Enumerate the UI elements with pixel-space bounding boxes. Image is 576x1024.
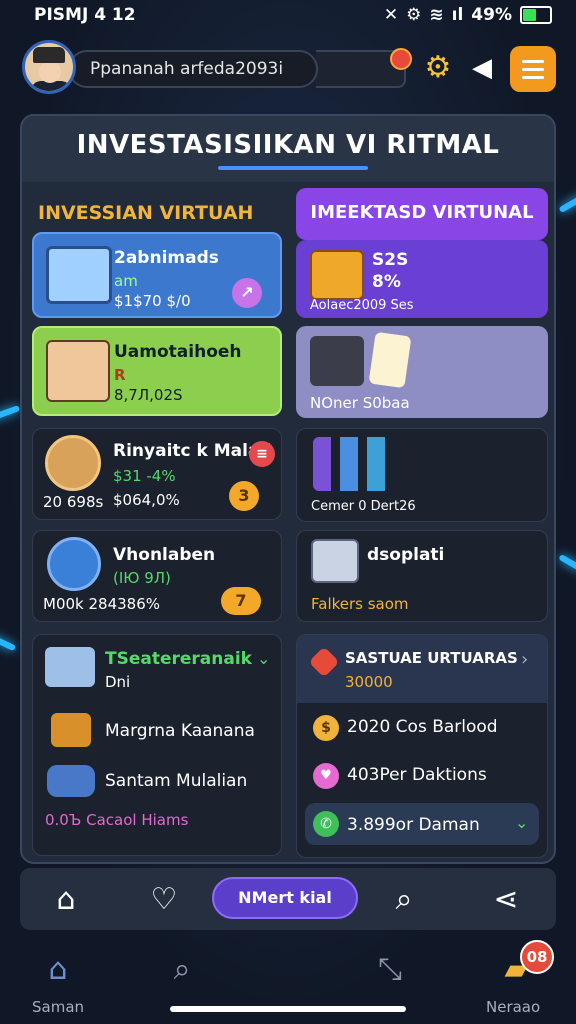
notification-badge: 08 — [520, 940, 554, 974]
wifi-icon: ≋ — [429, 5, 444, 25]
action-bar: ⌂ ♡ NMert kial ⌕ ⋖ — [20, 868, 556, 930]
list-item[interactable]: 2020 Cos Barlood — [347, 717, 498, 737]
center-action-button[interactable]: NMert kial — [212, 877, 358, 919]
right-list-panel: SASTUAE URTUARAS 30000 › $ 2020 Cos Barl… — [296, 634, 548, 858]
main-panel: INVESTASISIIKAN VI RITMAL INVESSIAN VIRT… — [20, 114, 556, 864]
right-column-heading: IMEEKTASD VIRTUNAL — [310, 202, 534, 223]
search-icon[interactable]: ⌕ — [384, 880, 424, 920]
card-value: 20 698s — [43, 493, 104, 511]
document-icon — [368, 331, 412, 389]
investment-card-1[interactable]: 2abnimads am $1$70 $/0 ↗ — [32, 232, 282, 318]
nav-label: Neraao — [486, 998, 541, 1016]
virtual-card-2[interactable]: NOner S0baa — [296, 326, 548, 418]
chevron-right-icon[interactable]: › — [521, 649, 528, 670]
card-title: Cemer 0 Dert26 — [311, 499, 416, 514]
left-column-heading: INVESSIAN VIRTUAH — [38, 202, 254, 224]
card-title: Uamotaihoeh — [114, 342, 242, 362]
card-subtitle: R — [114, 366, 126, 384]
nav-label: Saman — [32, 998, 85, 1016]
alarm-icon: ⚙ — [406, 5, 422, 25]
title-bar: INVESTASISIIKAN VI RITMAL — [22, 116, 554, 182]
card-subtitle: 8% — [372, 272, 401, 292]
menu-button[interactable] — [510, 46, 556, 92]
list-item[interactable]: Santam Mulalian — [105, 771, 247, 791]
chevron-down-icon[interactable]: ⌄ — [257, 649, 270, 668]
businessman-icon — [310, 336, 364, 386]
status-time: PISMJ 4 12 — [34, 5, 136, 25]
right-column-heading-card[interactable]: IMEEKTASD VIRTUNAL — [296, 188, 548, 240]
globe-icon — [47, 537, 101, 591]
card-value: 8,7Л,02S — [114, 386, 183, 404]
documents-icon — [45, 647, 95, 687]
list-item: 3.899or Daman — [347, 815, 480, 835]
bar-chart-icon — [313, 437, 403, 491]
card-title: S2S — [372, 250, 409, 270]
virtual-card-1[interactable]: S2S 8% Aolaec2009 Ses — [296, 240, 548, 318]
car-icon — [47, 765, 95, 797]
card-title: dsoplati — [367, 545, 445, 565]
send-icon[interactable]: ◀ — [466, 52, 498, 84]
home-icon[interactable]: ⌂ — [38, 950, 78, 990]
mute-icon: ✕ — [383, 5, 399, 25]
list-value: 30000 — [345, 673, 393, 691]
card-title: Vhonlaben — [113, 545, 216, 565]
home-indicator[interactable] — [170, 1006, 406, 1012]
virtual-card-4[interactable]: dsoplati Falkers saom — [296, 530, 548, 622]
card-title: Rinyaitc k Malali — [113, 441, 272, 461]
gold-bars-icon — [310, 250, 364, 300]
box-icon — [51, 713, 91, 747]
card-subtitle: Falkers saom — [311, 595, 409, 613]
virtual-card-3[interactable]: Cemer 0 Dert26 — [296, 428, 548, 522]
page-title: INVESTASISIIKAN VI RITMAL — [76, 130, 500, 160]
title-underline — [218, 166, 368, 170]
computer-icon — [311, 539, 359, 583]
avatar[interactable] — [22, 40, 76, 94]
list-title: SASTUAE URTUARAS — [345, 649, 518, 667]
top-header: Ppananah arfeda2093i ⚙ ◀ — [22, 40, 562, 98]
battery-icon — [520, 6, 552, 24]
investment-card-2[interactable]: Uamotaihoeh R 8,7Л,02S — [32, 326, 282, 416]
list-item[interactable]: Margrna Kaanana — [105, 721, 255, 741]
card-subtitle: (IЮ 9Л) — [113, 569, 171, 587]
status-bar: PISMJ 4 12 ✕ ⚙ ≋ ıl 49% — [0, 0, 576, 30]
right-list-header[interactable] — [297, 635, 547, 703]
expand-icon[interactable]: ⤡ — [370, 950, 410, 990]
list-item[interactable]: 403Per Daktions — [347, 765, 487, 785]
card-subtitle: $31 -4% — [113, 467, 176, 485]
investment-card-4[interactable]: Vhonlaben (IЮ 9Л) M00k 284386% 7 — [32, 530, 282, 622]
dollar-coin-icon: $ — [313, 715, 339, 741]
card-value: $1$70 $/0 — [114, 292, 191, 310]
rank-badge: 3 — [229, 481, 259, 511]
count-badge: 7 — [221, 587, 261, 615]
notification-icon[interactable] — [390, 48, 412, 70]
search-input[interactable]: Ppananah arfeda2093i — [68, 50, 318, 88]
card-subtitle: am — [114, 272, 138, 290]
gear-icon[interactable]: ⚙ — [422, 52, 454, 84]
coin-icon — [45, 435, 101, 491]
investment-card-3[interactable]: Rinyaitc k Malali $31 -4% 20 698s $064,0… — [32, 428, 282, 520]
chevron-down-icon[interactable]: ⌄ — [515, 813, 528, 832]
heart-icon: ♥ — [313, 763, 339, 789]
card-title: 2abnimads — [114, 248, 219, 268]
card-value: M00k 284386% — [43, 595, 160, 613]
card-percent: $064,0% — [113, 491, 180, 509]
battery-percent: 49% — [471, 5, 512, 25]
people-photo-icon — [46, 340, 110, 402]
list-title: TSeatereranaik — [105, 649, 252, 669]
share-icon[interactable]: ⋖ — [486, 880, 526, 920]
list-subtitle: Dni — [105, 673, 131, 691]
search-icon[interactable]: ⌕ — [162, 950, 202, 990]
list-footer: 0.0Ъ Cacaol Hiams — [45, 811, 189, 829]
graph-icon[interactable]: ↗ — [232, 278, 262, 308]
card-title: NOner S0baa — [310, 394, 410, 412]
alert-icon[interactable]: ≡ — [249, 441, 275, 467]
heart-icon[interactable]: ♡ — [144, 880, 184, 920]
signal-icon: ıl — [451, 5, 464, 25]
left-list-panel: TSeatereranaik Dni ⌄ Margrna Kaanana San… — [32, 634, 282, 856]
phone-icon: ✆ — [313, 811, 339, 837]
laptop-chart-icon — [46, 246, 112, 304]
home-icon[interactable]: ⌂ — [46, 880, 86, 920]
card-value: Aolaec2009 Ses — [310, 298, 414, 313]
